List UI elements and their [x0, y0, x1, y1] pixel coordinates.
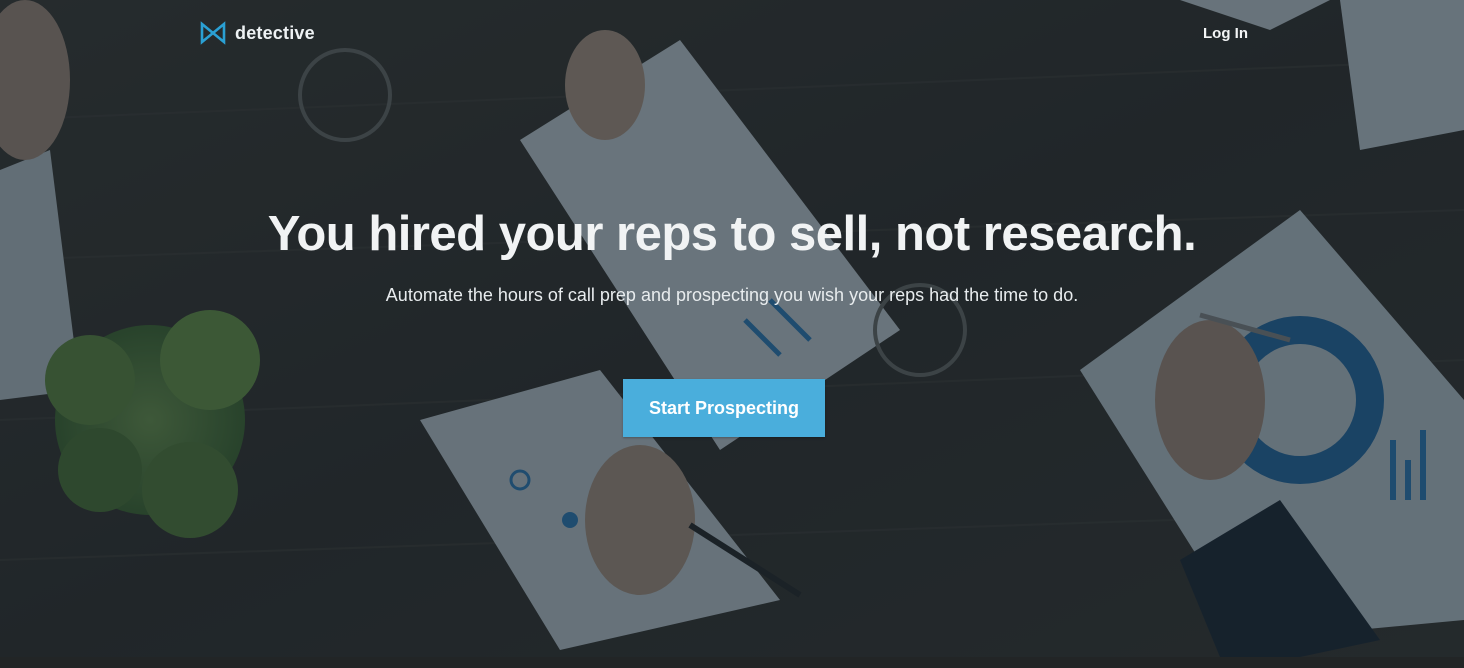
footer-edge [0, 657, 1464, 668]
hero-headline: You hired your reps to sell, not researc… [267, 207, 1197, 261]
brand-name: detective [235, 22, 315, 43]
start-prospecting-button[interactable]: Start Prospecting [623, 379, 825, 437]
hero-subheadline: Automate the hours of call prep and pros… [385, 285, 1079, 305]
login-link[interactable]: Log In [1203, 25, 1248, 42]
hero-section: detective Log In You hired your reps to … [0, 0, 1464, 657]
brand-logo[interactable]: detective [200, 21, 315, 45]
top-navigation: detective Log In [0, 0, 1464, 70]
bowtie-logo-icon [200, 21, 226, 45]
hero-dark-overlay [0, 0, 1464, 657]
